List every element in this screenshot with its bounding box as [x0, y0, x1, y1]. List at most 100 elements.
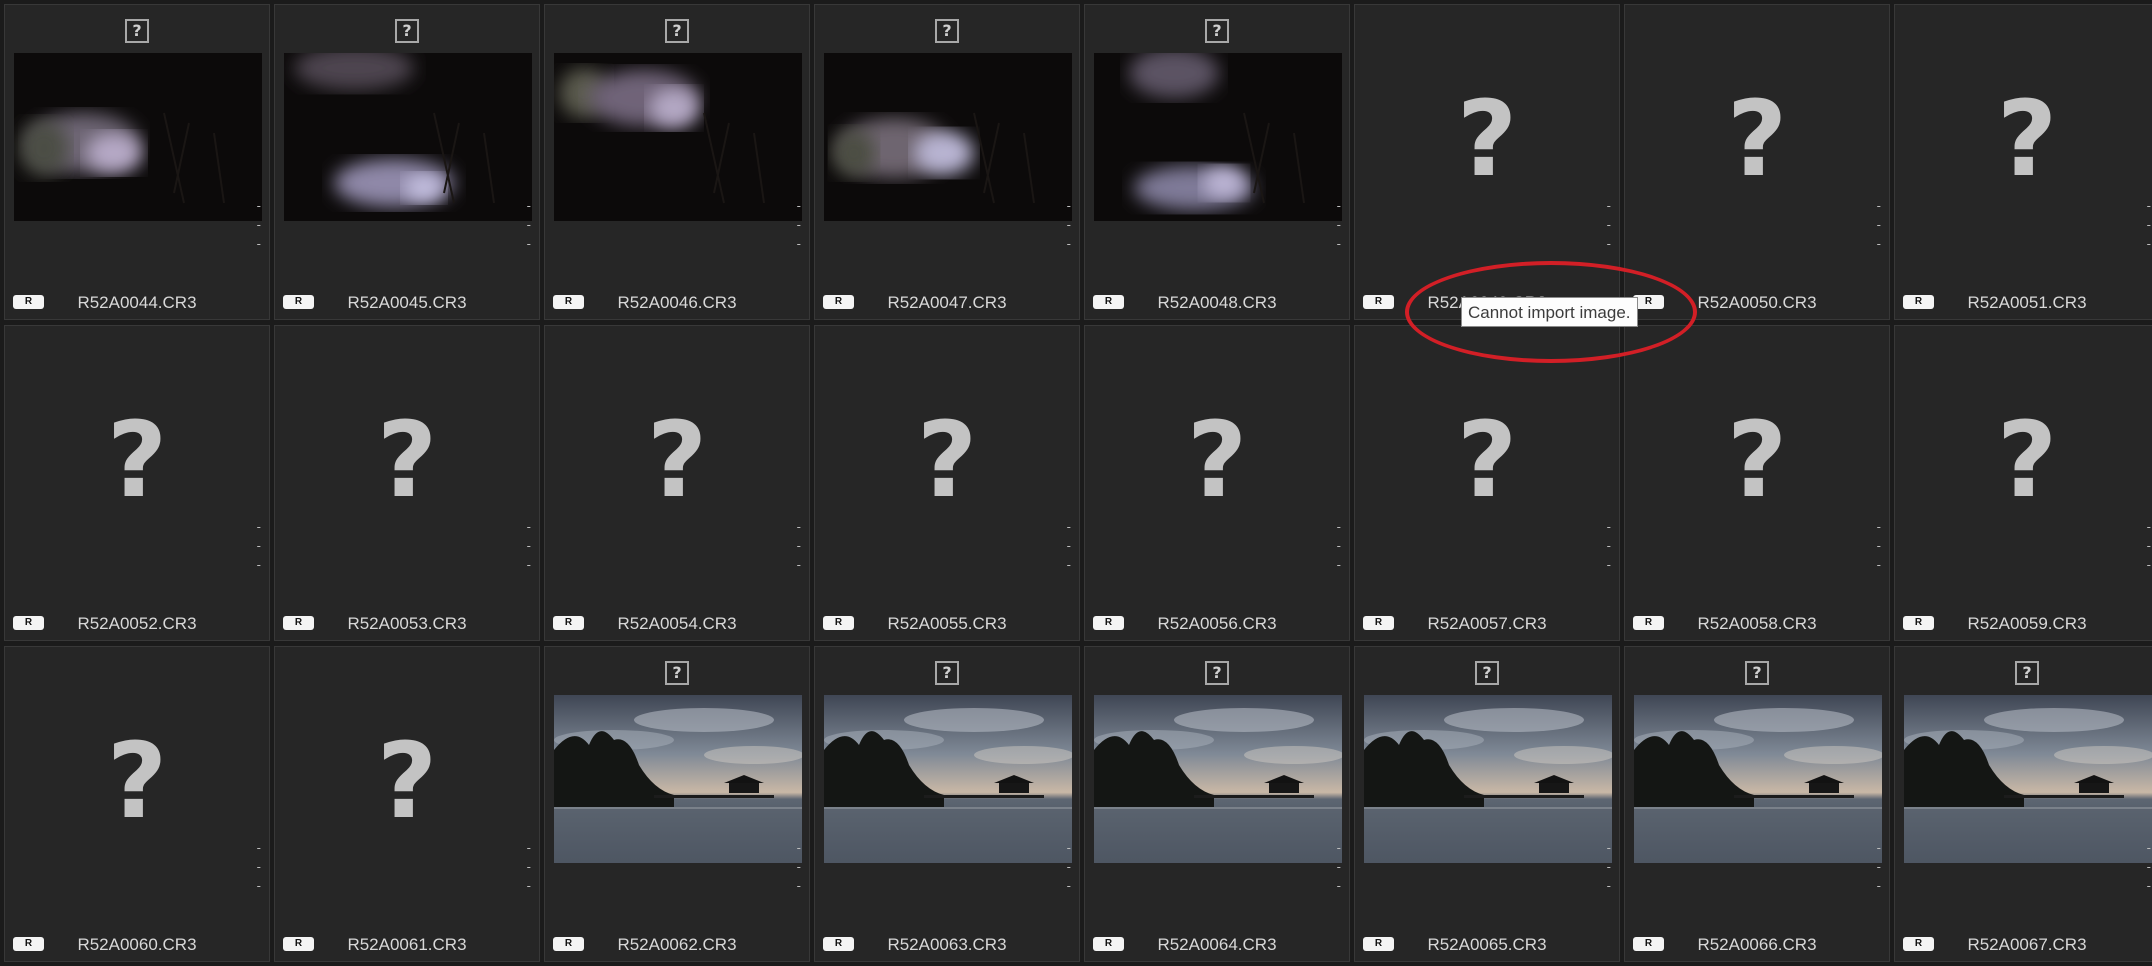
thumbnail-tile[interactable]: ? - - - R R52A0050.CR3 — [1624, 4, 1890, 320]
metadata-placeholders: --- — [2146, 841, 2151, 893]
thumbnail-tile[interactable]: ? - - - R R52A0057.CR3 — [1354, 325, 1620, 641]
metadata-placeholders: --- — [1606, 841, 1611, 893]
thumbnail-image — [1094, 53, 1342, 221]
metadata-placeholders: --- — [256, 841, 261, 893]
thumbnail-image — [284, 53, 532, 221]
file-name: R52A0059.CR3 — [1967, 614, 2087, 633]
thumbnail-frame — [1094, 695, 1342, 863]
file-name: R52A0044.CR3 — [77, 293, 197, 312]
file-name: R52A0053.CR3 — [347, 614, 467, 633]
thumbnail-frame — [1634, 695, 1882, 863]
missing-image-icon: ? — [1456, 399, 1518, 521]
thumbnail-tile[interactable]: ?---RR52A0049.CR3 — [1354, 4, 1620, 320]
thumbnail-image — [14, 53, 262, 221]
thumbnail-tile[interactable]: ? - - - R R52A0063.CR3 — [814, 646, 1080, 962]
thumbnail-frame — [554, 695, 802, 863]
unknown-status-icon: ? — [1205, 19, 1229, 43]
thumbnail-tile[interactable]: ? - - - R R52A0051.CR3 — [1894, 4, 2152, 320]
thumbnail-frame — [824, 53, 1072, 221]
file-name: R52A0054.CR3 — [617, 614, 737, 633]
thumbnail-tile[interactable]: ? - - - R R52A0058.CR3 — [1624, 325, 1890, 641]
thumbnail-tile[interactable]: ? - - - R R52A0056.CR3 — [1084, 325, 1350, 641]
metadata-placeholders: --- — [526, 199, 531, 251]
missing-image-icon: ? — [916, 399, 978, 521]
thumbnail-tile[interactable]: ? - - - R R52A0067.CR3 — [1894, 646, 2152, 962]
metadata-placeholders: --- — [1606, 199, 1611, 251]
unknown-status-icon: ? — [2015, 661, 2039, 685]
missing-image-icon: ? — [106, 720, 168, 842]
file-name: R52A0052.CR3 — [77, 614, 197, 633]
file-name: R52A0065.CR3 — [1427, 935, 1547, 954]
thumbnail-grid: ? - - - R R52A0044.CR3? - - - R R52A0045.CR3? - - - R R… — [0, 0, 2152, 966]
file-name: R52A0066.CR3 — [1697, 935, 1817, 954]
file-name: R52A0057.CR3 — [1427, 614, 1547, 633]
unknown-status-icon: ? — [935, 19, 959, 43]
thumbnail-tile[interactable]: ? - - - R R52A0048.CR3 — [1084, 4, 1350, 320]
thumbnail-image — [1364, 695, 1612, 863]
thumbnail-tile[interactable]: ? - - - R R52A0045.CR3 — [274, 4, 540, 320]
thumbnail-tile[interactable]: ? - - - R R52A0047.CR3 — [814, 4, 1080, 320]
missing-image-icon: ? — [1726, 399, 1788, 521]
metadata-placeholders: --- — [2146, 520, 2151, 572]
metadata-placeholders: --- — [256, 199, 261, 251]
thumbnail-frame — [1364, 695, 1612, 863]
thumbnail-tile[interactable]: ? - - - R R52A0066.CR3 — [1624, 646, 1890, 962]
metadata-placeholders: --- — [2146, 199, 2151, 251]
error-tooltip: Cannot import image. — [1461, 297, 1638, 327]
thumbnail-frame — [554, 53, 802, 221]
thumbnail-image — [554, 695, 802, 863]
thumbnail-image — [554, 53, 802, 221]
metadata-placeholders: --- — [1876, 520, 1881, 572]
file-name: R52A0045.CR3 — [347, 293, 467, 312]
metadata-placeholders: --- — [1336, 520, 1341, 572]
thumbnail-tile[interactable]: ? - - - R R52A0061.CR3 — [274, 646, 540, 962]
file-name: R52A0055.CR3 — [887, 614, 1007, 633]
thumbnail-frame — [14, 53, 262, 221]
metadata-placeholders: --- — [1606, 520, 1611, 572]
file-name: R52A0064.CR3 — [1157, 935, 1277, 954]
metadata-placeholders: --- — [526, 520, 531, 572]
thumbnail-image — [824, 53, 1072, 221]
metadata-placeholders: --- — [1336, 199, 1341, 251]
metadata-placeholders: --- — [796, 520, 801, 572]
thumbnail-tile[interactable]: ? - - - R R52A0046.CR3 — [544, 4, 810, 320]
metadata-placeholders: --- — [1336, 841, 1341, 893]
missing-image-icon: ? — [106, 399, 168, 521]
thumbnail-tile[interactable]: ? - - - R R52A0060.CR3 — [4, 646, 270, 962]
unknown-status-icon: ? — [665, 19, 689, 43]
unknown-status-icon: ? — [1475, 661, 1499, 685]
file-name: R52A0060.CR3 — [77, 935, 197, 954]
thumbnail-tile[interactable]: ? - - - R R52A0055.CR3 — [814, 325, 1080, 641]
thumbnail-tile[interactable]: ? - - - R R52A0062.CR3 — [544, 646, 810, 962]
missing-image-icon: ? — [1456, 78, 1518, 200]
file-name: R52A0062.CR3 — [617, 935, 737, 954]
thumbnail-frame — [1094, 53, 1342, 221]
file-name: R52A0067.CR3 — [1967, 935, 2087, 954]
thumbnail-image — [1904, 695, 2152, 863]
thumbnail-tile[interactable]: ? - - - R R52A0044.CR3 — [4, 4, 270, 320]
thumbnail-tile[interactable]: ? - - - R R52A0054.CR3 — [544, 325, 810, 641]
thumbnail-tile[interactable]: ? - - - R R52A0065.CR3 — [1354, 646, 1620, 962]
thumbnail-tile[interactable]: ? - - - R R52A0053.CR3 — [274, 325, 540, 641]
unknown-status-icon: ? — [935, 661, 959, 685]
thumbnail-image — [824, 695, 1072, 863]
file-name: R52A0050.CR3 — [1697, 293, 1817, 312]
file-name: R52A0058.CR3 — [1697, 614, 1817, 633]
missing-image-icon: ? — [376, 399, 438, 521]
file-name: R52A0051.CR3 — [1967, 293, 2087, 312]
file-name: R52A0047.CR3 — [887, 293, 1007, 312]
thumbnail-image — [1634, 695, 1882, 863]
unknown-status-icon: ? — [665, 661, 689, 685]
missing-image-icon: ? — [1726, 78, 1788, 200]
unknown-status-icon: ? — [1745, 661, 1769, 685]
thumbnail-frame — [1904, 695, 2152, 863]
thumbnail-tile[interactable]: ? - - - R R52A0064.CR3 — [1084, 646, 1350, 962]
thumbnail-tile[interactable]: ? - - - R R52A0059.CR3 — [1894, 325, 2152, 641]
file-name: R52A0056.CR3 — [1157, 614, 1277, 633]
metadata-placeholders: --- — [526, 841, 531, 893]
metadata-placeholders: --- — [1066, 520, 1071, 572]
file-name: R52A0063.CR3 — [887, 935, 1007, 954]
missing-image-icon: ? — [1996, 78, 2058, 200]
thumbnail-tile[interactable]: ? - - - R R52A0052.CR3 — [4, 325, 270, 641]
missing-image-icon: ? — [376, 720, 438, 842]
